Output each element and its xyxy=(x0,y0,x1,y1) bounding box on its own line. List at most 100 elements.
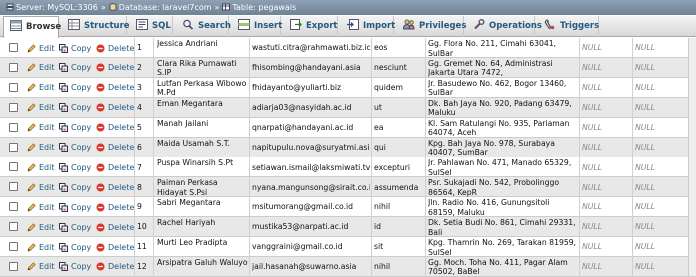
delete-link[interactable]: Delete xyxy=(96,217,134,237)
delete-link[interactable]: Delete xyxy=(96,138,134,158)
column-divider xyxy=(134,256,135,277)
edit-link[interactable]: Edit xyxy=(27,257,55,277)
edit-link[interactable]: Edit xyxy=(27,58,55,78)
tab-search[interactable]: Search xyxy=(176,16,231,37)
edit-link[interactable]: Edit xyxy=(27,157,55,177)
cell-email: jail.hasanah@suwarno.asia xyxy=(252,262,357,272)
copy-link[interactable]: + Copy xyxy=(59,237,91,257)
tab-structure[interactable]: Structure xyxy=(62,16,130,37)
delete-link[interactable]: Delete xyxy=(96,38,134,58)
table-row[interactable]: Edit + Copy Delete 8 Paiman Perkasa Hidayat S… xyxy=(0,177,696,198)
row-checkbox[interactable] xyxy=(9,142,18,152)
delete-icon xyxy=(96,163,105,172)
table-row[interactable]: Edit + Copy Delete 6 Maida Usamah S.T. napitup… xyxy=(0,137,696,158)
edit-link[interactable]: Edit xyxy=(27,138,55,158)
insert-icon xyxy=(238,19,250,30)
column-divider xyxy=(632,38,633,58)
table-row[interactable]: Edit + Copy Delete 9 Sabri Megantara msitumora… xyxy=(0,197,696,218)
delete-icon xyxy=(96,203,105,212)
tab-insert[interactable]: Insert xyxy=(232,16,282,37)
table-row[interactable]: Edit + Copy Delete 4 Eman Megantara adiarja03@… xyxy=(0,97,696,118)
svg-text:+: + xyxy=(63,127,66,132)
column-divider xyxy=(632,97,633,118)
tab-sql[interactable]: SQL xyxy=(130,16,173,37)
vertical-scrollbar[interactable] xyxy=(688,38,696,276)
edit-link[interactable]: Edit xyxy=(27,177,55,197)
row-checkbox[interactable] xyxy=(9,222,18,232)
table-row[interactable]: Edit + Copy Delete 10 Rachel Hariyah mustika53… xyxy=(0,217,696,238)
copy-link[interactable]: + Copy xyxy=(59,98,91,118)
tab-browse[interactable]: Browse xyxy=(3,16,61,38)
row-checkbox[interactable] xyxy=(9,202,18,212)
pencil-icon xyxy=(27,123,36,132)
row-checkbox[interactable] xyxy=(9,162,18,172)
cell-email: wastuti.citra@rahmawati.biz.id xyxy=(252,43,370,53)
row-checkbox[interactable] xyxy=(9,261,18,271)
tab-export[interactable]: Export xyxy=(284,16,338,37)
cell-jabatan: eos xyxy=(374,43,388,53)
column-divider xyxy=(134,217,135,238)
row-checkbox[interactable] xyxy=(9,182,18,192)
edit-link[interactable]: Edit xyxy=(27,98,55,118)
row-checkbox[interactable] xyxy=(9,62,18,72)
row-checkbox[interactable] xyxy=(9,242,18,251)
row-checkbox[interactable] xyxy=(9,102,18,112)
pencil-icon xyxy=(27,103,36,112)
copy-link[interactable]: + Copy xyxy=(59,197,91,217)
row-checkbox[interactable] xyxy=(9,122,18,132)
delete-link[interactable]: Delete xyxy=(96,257,134,277)
tab-operations[interactable]: Operations xyxy=(467,16,542,37)
edit-link[interactable]: Edit xyxy=(27,197,55,217)
table-row[interactable]: Edit + Copy Delete 3 Lutfan Perkasa Wibowo M.… xyxy=(0,77,696,98)
column-divider xyxy=(425,97,426,118)
copy-link[interactable]: + Copy xyxy=(59,38,91,58)
table-row[interactable]: Edit + Copy Delete 11 Murti Leo Pradipta vangg… xyxy=(0,237,696,257)
table-row[interactable]: Edit + Copy Delete 1 Jessica Andriani wastuti.… xyxy=(0,38,696,58)
edit-link[interactable]: Edit xyxy=(27,237,55,257)
tab-import[interactable]: Import xyxy=(341,16,395,37)
copy-link[interactable]: + Copy xyxy=(59,138,91,158)
cell-jabatan: nihil xyxy=(374,202,391,212)
row-checkbox[interactable] xyxy=(9,82,18,92)
edit-link[interactable]: Edit xyxy=(27,78,55,98)
edit-link[interactable]: Edit xyxy=(27,118,55,138)
delete-link[interactable]: Delete xyxy=(96,118,134,138)
delete-link[interactable]: Delete xyxy=(96,157,134,177)
table-row[interactable]: Edit + Copy Delete 2 Clara Rika Purnawati S.I… xyxy=(0,57,696,78)
delete-link[interactable]: Delete xyxy=(96,237,134,257)
table-row[interactable]: Edit + Copy Delete 5 Manah Jailani qnarpati@ha… xyxy=(0,117,696,138)
breadcrumb-server[interactable]: Server: MySQL:3306 xyxy=(16,3,98,12)
column-divider xyxy=(249,256,250,277)
column-divider xyxy=(249,57,250,78)
cell-jabatan: nesciunt xyxy=(374,63,407,73)
copy-link[interactable]: + Copy xyxy=(59,217,91,237)
cell-email: vanggraini@gmail.co.id xyxy=(252,242,343,252)
copy-link[interactable]: + Copy xyxy=(59,58,91,78)
delete-link[interactable]: Delete xyxy=(96,78,134,98)
delete-link[interactable]: Delete xyxy=(96,177,134,197)
pencil-icon xyxy=(27,83,36,92)
copy-link[interactable]: + Copy xyxy=(59,78,91,98)
breadcrumb-database[interactable]: Database: laravel7com xyxy=(119,3,212,12)
copy-link[interactable]: + Copy xyxy=(59,118,91,138)
cell-created-at: NULL xyxy=(582,43,602,53)
column-divider xyxy=(249,177,250,198)
copy-link[interactable]: + Copy xyxy=(59,157,91,177)
delete-link[interactable]: Delete xyxy=(96,98,134,118)
tab-privileges[interactable]: Privileges xyxy=(397,16,466,37)
copy-link[interactable]: + Copy xyxy=(59,257,91,277)
row-checkbox[interactable] xyxy=(9,43,18,52)
copy-link[interactable]: + Copy xyxy=(59,177,91,197)
edit-link[interactable]: Edit xyxy=(27,217,55,237)
column-divider xyxy=(153,77,154,98)
delete-icon xyxy=(96,183,105,192)
column-divider xyxy=(249,157,250,178)
breadcrumb-table[interactable]: Table: pegawais xyxy=(232,3,296,12)
table-row[interactable]: Edit + Copy Delete 7 Puspa Winarsih S.Pt setia… xyxy=(0,157,696,178)
delete-link[interactable]: Delete xyxy=(96,197,134,217)
delete-link[interactable]: Delete xyxy=(96,58,134,78)
edit-link[interactable]: Edit xyxy=(27,38,55,58)
tab-triggers[interactable]: Triggers xyxy=(538,16,599,37)
column-divider xyxy=(249,77,250,98)
table-row[interactable]: Edit + Copy Delete 12 Arsipatra Galuh Waluyo j… xyxy=(0,256,696,277)
